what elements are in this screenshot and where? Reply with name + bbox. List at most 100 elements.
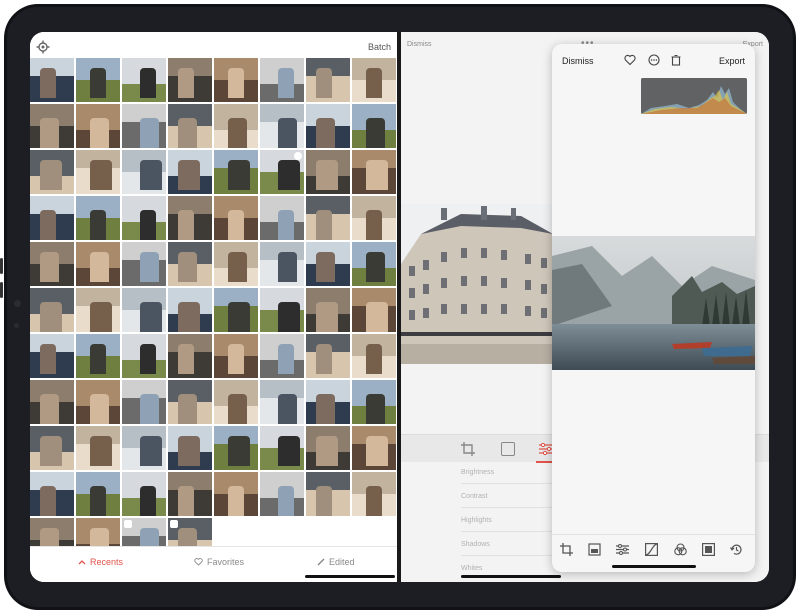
- adjust-highlights[interactable]: Highlights: [461, 517, 492, 524]
- filter-icon[interactable]: [588, 543, 601, 556]
- photo-thumbnail[interactable]: [168, 58, 212, 102]
- photo-thumbnail[interactable]: [168, 150, 212, 194]
- crop-icon[interactable]: [461, 442, 475, 456]
- adjust-contrast[interactable]: Contrast: [461, 493, 487, 500]
- photo-thumbnail[interactable]: [214, 334, 258, 378]
- photo-thumbnail[interactable]: [122, 472, 166, 516]
- tab-recents[interactable]: Recents: [78, 557, 123, 567]
- photo-thumbnail[interactable]: [168, 472, 212, 516]
- photo-thumbnail[interactable]: [214, 150, 258, 194]
- photo-thumbnail[interactable]: [260, 380, 304, 424]
- photo-thumbnail[interactable]: [214, 242, 258, 286]
- photo-thumbnail[interactable]: [30, 196, 74, 240]
- photo-thumbnail[interactable]: [352, 380, 396, 424]
- photo-thumbnail[interactable]: [214, 380, 258, 424]
- photo-thumbnail[interactable]: [214, 58, 258, 102]
- photo-thumbnail[interactable]: [76, 472, 120, 516]
- photo-thumbnail[interactable]: [260, 288, 304, 332]
- photo-thumbnail[interactable]: [76, 58, 120, 102]
- photo-thumbnail[interactable]: [214, 288, 258, 332]
- photo-thumbnail[interactable]: [214, 104, 258, 148]
- photo-thumbnail[interactable]: [168, 104, 212, 148]
- photo-thumbnail[interactable]: [260, 334, 304, 378]
- trash-icon[interactable]: [670, 54, 682, 66]
- photo-thumbnail[interactable]: [306, 426, 350, 470]
- photo-thumbnail[interactable]: [352, 334, 396, 378]
- batch-button[interactable]: Batch: [368, 42, 391, 52]
- photo-thumbnail[interactable]: [122, 58, 166, 102]
- photo-thumbnail[interactable]: [30, 150, 74, 194]
- tab-favorites[interactable]: Favorites: [194, 557, 244, 567]
- photo-thumbnail[interactable]: [352, 472, 396, 516]
- photo-thumbnail[interactable]: [352, 426, 396, 470]
- photo-thumbnail[interactable]: [306, 242, 350, 286]
- adjust-brightness[interactable]: Brightness: [461, 469, 494, 476]
- tab-edited[interactable]: Edited: [317, 557, 355, 567]
- photo-thumbnail[interactable]: [306, 334, 350, 378]
- photo-thumbnail[interactable]: [260, 196, 304, 240]
- photo-thumbnail[interactable]: [352, 196, 396, 240]
- photo-thumbnail[interactable]: [76, 196, 120, 240]
- photo-thumbnail[interactable]: [168, 288, 212, 332]
- photo-thumbnail[interactable]: [76, 242, 120, 286]
- photo-thumbnail[interactable]: [306, 104, 350, 148]
- photo-thumbnail[interactable]: [30, 104, 74, 148]
- photo-thumbnail[interactable]: [168, 380, 212, 424]
- frame-icon[interactable]: [702, 543, 715, 556]
- photo-thumbnail[interactable]: [306, 472, 350, 516]
- photo-thumbnail[interactable]: [76, 334, 120, 378]
- card-export-button[interactable]: Export: [719, 56, 745, 66]
- photo-thumbnail[interactable]: [352, 58, 396, 102]
- adjust-whites[interactable]: Whites: [461, 565, 482, 572]
- photo-thumbnail[interactable]: [214, 196, 258, 240]
- photo-thumbnail[interactable]: [214, 426, 258, 470]
- photo-thumbnail[interactable]: [260, 58, 304, 102]
- photo-thumbnail[interactable]: [30, 380, 74, 424]
- photo-thumbnail[interactable]: [76, 288, 120, 332]
- photo-thumbnail[interactable]: [122, 196, 166, 240]
- sliders-icon[interactable]: [539, 442, 553, 456]
- photo-thumbnail[interactable]: [122, 150, 166, 194]
- photo-thumbnail[interactable]: [260, 426, 304, 470]
- photo-thumbnail[interactable]: [76, 380, 120, 424]
- color-icon[interactable]: [674, 543, 687, 556]
- sliders-icon[interactable]: [616, 543, 629, 556]
- photo-thumbnail[interactable]: [30, 426, 74, 470]
- photo-thumbnail[interactable]: [306, 150, 350, 194]
- photo-thumbnail[interactable]: [260, 150, 304, 194]
- photo-thumbnail[interactable]: [122, 426, 166, 470]
- photo-thumbnail[interactable]: [122, 380, 166, 424]
- photo-thumbnail[interactable]: [168, 426, 212, 470]
- filter-icon[interactable]: [501, 442, 515, 456]
- photo-thumbnail[interactable]: [352, 288, 396, 332]
- crop-icon[interactable]: [560, 543, 573, 556]
- history-icon[interactable]: [730, 543, 743, 556]
- photo-thumbnail[interactable]: [76, 150, 120, 194]
- photo-thumbnail[interactable]: [122, 334, 166, 378]
- photo-thumbnail[interactable]: [30, 242, 74, 286]
- photo-thumbnail[interactable]: [168, 334, 212, 378]
- photo-thumbnail[interactable]: [122, 288, 166, 332]
- photo-thumbnail[interactable]: [352, 104, 396, 148]
- photo-thumbnail[interactable]: [306, 58, 350, 102]
- photo-thumbnail[interactable]: [306, 380, 350, 424]
- ellipsis-circle-icon[interactable]: [648, 54, 660, 66]
- photo-thumbnail[interactable]: [168, 242, 212, 286]
- heart-icon[interactable]: [624, 54, 636, 66]
- photo-thumbnail[interactable]: [306, 288, 350, 332]
- photo-thumbnail[interactable]: [122, 242, 166, 286]
- photo-thumbnail[interactable]: [30, 334, 74, 378]
- gear-icon[interactable]: [36, 40, 50, 54]
- card-dismiss-button[interactable]: Dismiss: [562, 56, 594, 66]
- photo-thumbnail[interactable]: [214, 472, 258, 516]
- photo-thumbnail[interactable]: [30, 472, 74, 516]
- photo-thumbnail[interactable]: [168, 196, 212, 240]
- photo-thumbnail[interactable]: [76, 426, 120, 470]
- photo-thumbnail[interactable]: [260, 242, 304, 286]
- photo-thumbnail[interactable]: [122, 104, 166, 148]
- photo-thumbnail[interactable]: [306, 196, 350, 240]
- photo-thumbnail[interactable]: [30, 288, 74, 332]
- photo-thumbnail[interactable]: [352, 150, 396, 194]
- photo-thumbnail[interactable]: [30, 58, 74, 102]
- editor-dismiss-button[interactable]: Dismiss: [407, 41, 432, 48]
